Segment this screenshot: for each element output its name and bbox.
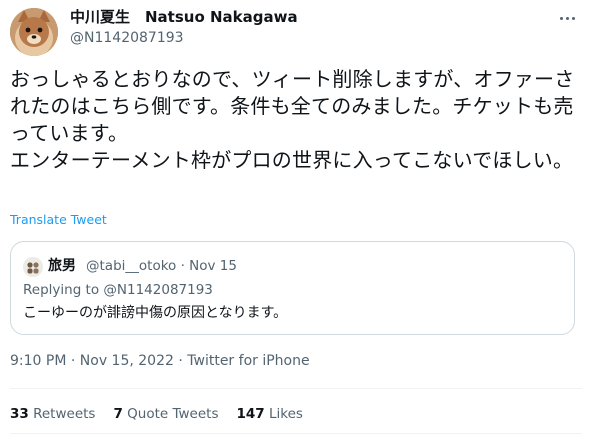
author-name[interactable]: 中川夏生 Natsuo Nakagawa bbox=[70, 7, 298, 27]
avatar-image bbox=[10, 8, 58, 56]
quoted-avatar-image bbox=[23, 257, 43, 277]
more-icon[interactable] bbox=[552, 10, 582, 26]
tweet-time[interactable]: 9:10 PM bbox=[10, 353, 66, 369]
replying-to-mention[interactable]: @N1142087193 bbox=[103, 282, 213, 298]
quote-tweets-label: Quote Tweets bbox=[127, 406, 219, 422]
engagement-stats: 33 Retweets 7 Quote Tweets 147 Likes bbox=[10, 405, 303, 423]
quoted-tweet[interactable]: 旅男 @tabi__otoko · Nov 15 Replying to @N1… bbox=[10, 241, 575, 335]
tweet-meta: 9:10 PM · Nov 15, 2022 · Twitter for iPh… bbox=[10, 352, 310, 370]
quote-tweets-stat[interactable]: 7 Quote Tweets bbox=[113, 405, 218, 423]
more-dot bbox=[559, 16, 563, 20]
retweets-label: Retweets bbox=[33, 406, 96, 422]
likes-stat[interactable]: 147 Likes bbox=[236, 405, 302, 423]
more-dot bbox=[571, 16, 575, 20]
tweet-text: おっしゃるとおりなので、ツィート削除しますが、オファーされたのはこちら側です。条… bbox=[10, 67, 575, 172]
quote-tweets-count: 7 bbox=[113, 406, 123, 422]
replying-to-label: Replying to bbox=[23, 282, 100, 298]
divider bbox=[10, 388, 582, 389]
retweets-count: 33 bbox=[10, 406, 29, 422]
likes-count: 147 bbox=[236, 406, 265, 422]
meta-separator: · bbox=[66, 353, 80, 369]
translate-tweet-link[interactable]: Translate Tweet bbox=[10, 212, 107, 227]
author-avatar[interactable] bbox=[10, 8, 58, 56]
quoted-author-name[interactable]: 旅男 bbox=[48, 256, 76, 276]
quoted-avatar[interactable] bbox=[23, 257, 43, 277]
more-dot bbox=[565, 16, 569, 20]
quoted-handle-date[interactable]: @tabi__otoko · Nov 15 bbox=[86, 257, 237, 275]
meta-separator: · bbox=[173, 353, 188, 369]
likes-label: Likes bbox=[268, 406, 303, 422]
tweet-date[interactable]: Nov 15, 2022 bbox=[80, 353, 174, 369]
retweets-stat[interactable]: 33 Retweets bbox=[10, 405, 95, 423]
author-handle[interactable]: @N1142087193 bbox=[70, 29, 184, 47]
quoted-text: こーゆーのが誹謗中傷の原因となります。 bbox=[23, 305, 288, 321]
tweet-source[interactable]: Twitter for iPhone bbox=[187, 353, 309, 369]
quoted-replying-to: Replying to @N1142087193 bbox=[23, 281, 213, 299]
divider bbox=[10, 433, 582, 434]
